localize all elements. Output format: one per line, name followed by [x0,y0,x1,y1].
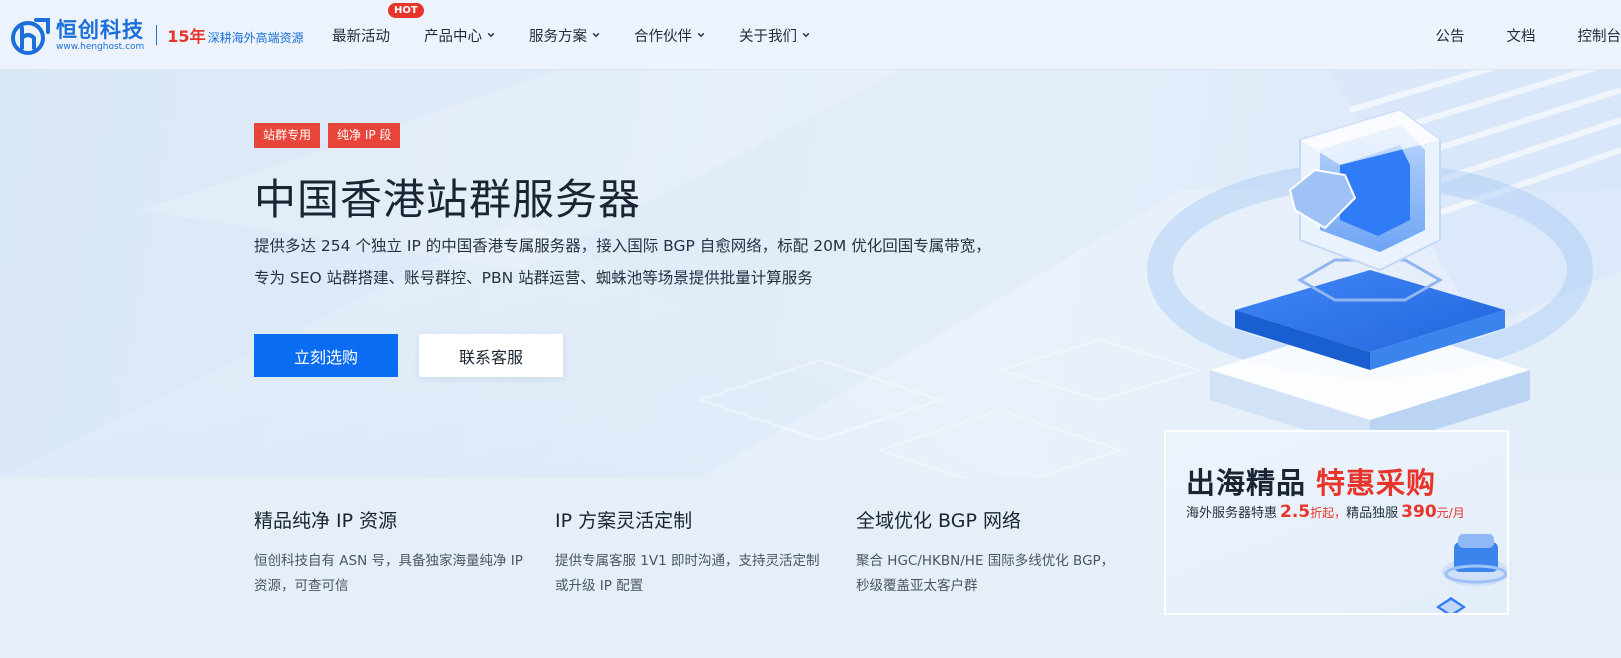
hero-title: 中国香港站群服务器 [254,175,642,224]
logo-url: www.henghost.com [56,41,145,52]
right-nav: 公告 文档 控制台 [1436,0,1621,70]
nav-item-solutions[interactable]: 服务方案 [529,25,600,46]
buy-now-button[interactable]: 立刻选购 [254,334,398,377]
logo-separator [156,25,158,45]
chevron-down-icon [802,32,810,38]
feature-title: 全域优化 BGP 网络 [856,510,1021,532]
nav-announcements[interactable]: 公告 [1436,25,1465,46]
tag-clean-ip: 纯净 IP 段 [328,123,401,148]
promo-illustration [1436,534,1507,613]
chevron-down-icon [592,32,600,38]
promo-card[interactable]: 出海精品 特惠采购 海外服务器特惠 2.5 折起， 精品独服 390 元/月 [1164,430,1509,615]
logo-mark-icon [11,18,50,55]
feature-desc: 恒创科技自有 ASN 号，具备独家海量纯净 IP 资源，可查可信 [254,553,523,594]
hero-description: 提供多达 254 个独立 IP 的中国香港专属服务器，接入国际 BGP 自愈网络… [254,237,991,287]
chevron-down-icon [697,32,705,38]
chevron-down-icon [487,32,495,38]
logo-name: 恒创科技 [56,17,144,42]
promo-title: 出海精品 特惠采购 [1186,466,1437,500]
hero-tags: 站群专用 纯净 IP 段 [254,123,408,148]
feature-desc: 提供专属客服 1V1 即时沟通，支持灵活定制或升级 IP 配置 [555,553,820,594]
feature-title: IP 方案灵活定制 [555,510,693,532]
feature-clean-ip: 精品纯净 IP 资源 恒创科技自有 ASN 号，具备独家海量纯净 IP 资源，可… [254,506,524,599]
tag-site-cluster: 站群专用 [254,123,321,148]
nav-console[interactable]: 控制台 [1578,25,1621,46]
nav-item-latest-activity[interactable]: 最新活动 HOT [332,2,424,46]
logo-years: 15年 [167,27,206,46]
logo-slogan: 深耕海外高端资源 [207,31,304,45]
nav-docs[interactable]: 文档 [1507,25,1536,46]
main-nav: 最新活动 HOT 产品中心 服务方案 合作伙伴 关于我们 [332,0,844,70]
logo[interactable]: 恒创科技 www.henghost.com 15年 深耕海外高端资源 [8,14,304,56]
top-header: 恒创科技 www.henghost.com 15年 深耕海外高端资源 最新活动 … [0,0,1621,70]
hero-banner: 站群专用 纯净 IP 段 中国香港站群服务器 提供多达 254 个独立 IP 的… [0,70,1621,478]
nav-item-about[interactable]: 关于我们 [739,25,810,46]
feature-desc: 聚合 HGC/HKBN/HE 国际多线优化 BGP，秒级覆盖亚太客户群 [856,553,1115,594]
feature-title: 精品纯净 IP 资源 [254,510,398,532]
hot-badge: HOT [388,2,424,18]
nav-item-products[interactable]: 产品中心 [424,25,495,46]
feature-custom-ip: IP 方案灵活定制 提供专属客服 1V1 即时沟通，支持灵活定制或升级 IP 配… [555,506,825,599]
feature-bgp-network: 全域优化 BGP 网络 聚合 HGC/HKBN/HE 国际多线优化 BGP，秒级… [856,506,1126,599]
promo-discount: 2.5 [1280,502,1311,522]
contact-support-button[interactable]: 联系客服 [419,334,563,377]
nav-item-partners[interactable]: 合作伙伴 [634,25,705,46]
